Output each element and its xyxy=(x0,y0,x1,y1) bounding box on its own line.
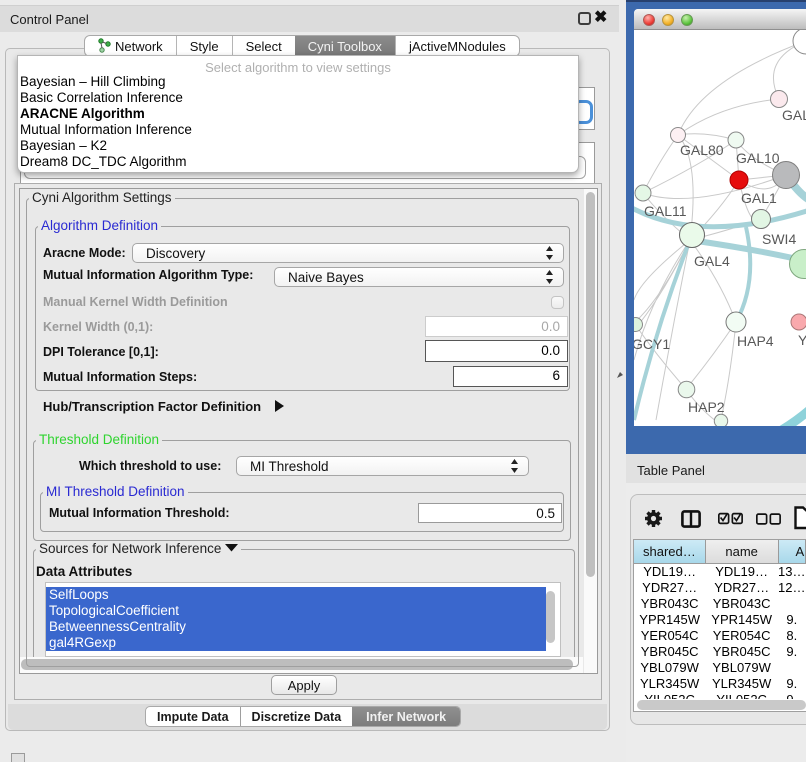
svg-text:Y: Y xyxy=(798,332,806,348)
svg-text:GAL10: GAL10 xyxy=(736,150,780,166)
svg-text:HAP2: HAP2 xyxy=(688,399,725,415)
svg-text:SWI4: SWI4 xyxy=(762,231,796,247)
svg-text:HAP4: HAP4 xyxy=(737,333,774,349)
svg-text:GAL11: GAL11 xyxy=(644,203,687,219)
svg-text:GAL: GAL xyxy=(782,107,806,123)
svg-text:GAL80: GAL80 xyxy=(680,142,724,158)
svg-text:GAL1: GAL1 xyxy=(741,190,777,206)
svg-text:GAL4: GAL4 xyxy=(694,253,730,269)
svg-text:GCY1: GCY1 xyxy=(634,336,670,352)
